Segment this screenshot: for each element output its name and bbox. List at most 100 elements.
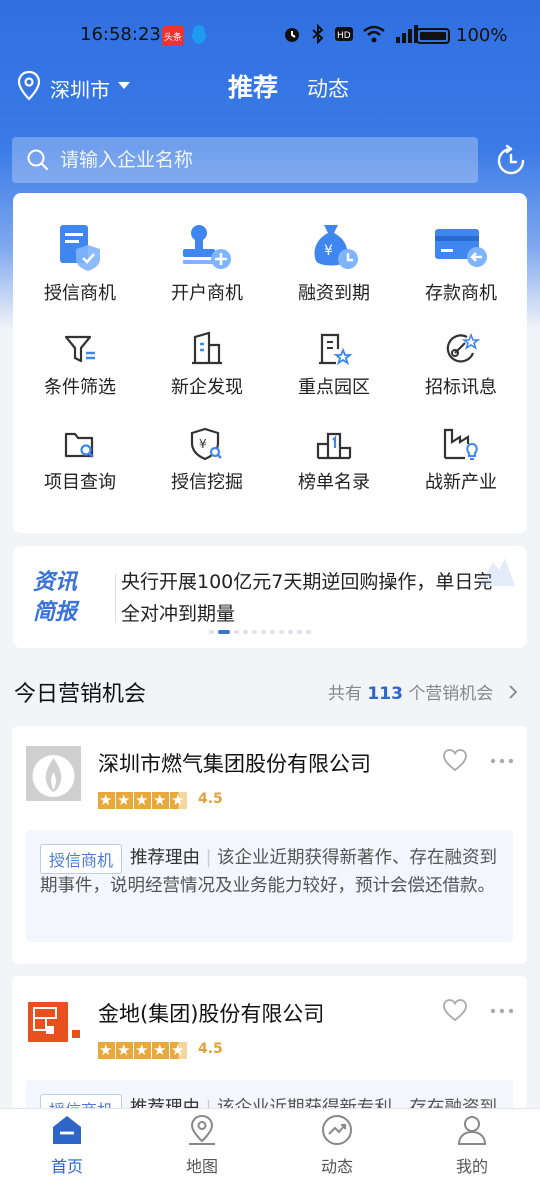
grid-item-open-account[interactable]: 开户商机 [143,221,271,305]
star-half-icon [170,790,187,810]
grid-label: 招标讯息 [425,377,497,398]
company-name[interactable]: 金地(集团)股份有限公司 [98,998,324,1028]
qq-penguin-icon [191,25,207,44]
money-bag-clock-icon: ¥ [314,225,358,269]
more-options-icon[interactable] [490,758,514,764]
home-icon [53,1116,81,1144]
location-pin-icon[interactable] [16,70,42,102]
trend-icon [322,1115,352,1145]
company-logo-gemdale [28,1002,80,1042]
mountain-decoration-icon [479,558,515,586]
news-brief-logo: 资讯 简报 [33,570,78,625]
bid-announcement-icon [446,332,481,363]
tab-recommend[interactable]: 推荐 [228,68,278,104]
grid-label: 条件筛选 [44,377,116,398]
battery-percentage: 100% [456,25,508,46]
grid-label: 授信商机 [44,283,116,304]
grid-item-new-company[interactable]: 新企发现 [143,331,271,399]
grid-label: 项目查询 [44,472,116,493]
bluetooth-icon [312,24,324,44]
divider [115,574,116,622]
carousel-indicator [209,630,311,634]
star-icon [152,790,169,810]
company-card[interactable]: 深圳市燃气集团股份有限公司 4.5 授信商机 推荐理由 | 该企业近期获得新著作… [12,726,527,964]
grid-item-ranking[interactable]: 榜单名录 [270,426,398,494]
grid-label: 授信挖掘 [171,472,243,493]
star-half-icon [170,1040,187,1060]
search-input[interactable] [60,143,460,177]
grid-label: 重点园区 [298,377,370,398]
grid-label: 战新产业 [425,472,497,493]
grid-item-filter[interactable]: 条件筛选 [16,331,144,399]
svg-text:¥: ¥ [199,437,207,451]
star-icon [98,1040,115,1060]
star-icon [116,790,133,810]
star-rating [98,790,187,810]
company-logo-gas-flame [26,746,81,801]
star-icon [134,1040,151,1060]
status-time: 16:58:23 [80,24,161,45]
open-account-stamp-icon [183,225,231,269]
svg-text:HD: HD [337,31,351,41]
chevron-right-icon[interactable] [508,684,518,700]
section-title: 今日营销机会 [14,682,147,707]
rating-value: 4.5 [198,791,223,807]
star-rating [98,1040,187,1060]
battery-icon [416,28,450,44]
svg-text:¥: ¥ [324,243,333,259]
filter-icon [64,335,95,363]
news-headline[interactable]: 央行开展100亿元7天期逆回购操作，单日完全对冲到期量 [121,566,501,630]
star-icon [98,790,115,810]
company-name[interactable]: 深圳市燃气集团股份有限公司 [98,748,371,778]
alarm-icon [285,28,299,42]
grid-item-credit-mining[interactable]: ¥ 授信挖掘 [143,426,271,494]
grid-label: 开户商机 [171,283,243,304]
grid-item-financing-due[interactable]: ¥ 融资到期 [270,221,398,305]
ranking-podium-icon [316,432,352,460]
more-options-icon[interactable] [490,1008,514,1014]
deposit-card-icon [435,229,487,267]
grid-label: 融资到期 [298,283,370,304]
park-star-icon [319,333,353,366]
recommendation-reason: 授信商机 推荐理由 | 该企业近期获得新著作、存在融资到期事件，说明经营情况及业… [26,830,513,942]
heart-icon[interactable] [442,748,468,772]
nav-home[interactable]: 首页 [22,1113,112,1177]
new-building-icon [192,331,222,365]
feature-grid: 授信商机 开户商机 ¥ 融资到期 存款商机 条件筛选 新企发现 重点园区 招标讯… [13,193,527,533]
grid-item-bid-info[interactable]: 招标讯息 [397,331,525,399]
grid-label: 新企发现 [171,377,243,398]
nav-dynamic[interactable]: 动态 [292,1113,382,1177]
nav-map[interactable]: 地图 [157,1113,247,1177]
user-icon [457,1116,487,1145]
grid-label: 榜单名录 [298,472,370,493]
bottom-navigation: 首页 地图 动态 我的 [0,1108,540,1200]
folder-search-icon [64,432,94,458]
star-icon [134,790,151,810]
hd-icon: HD [335,27,353,41]
grid-item-key-park[interactable]: 重点园区 [270,331,398,399]
toutiao-app-icon: 头条 [162,26,184,46]
opportunity-count: 113 [367,684,403,704]
nav-profile[interactable]: 我的 [427,1113,517,1177]
grid-item-deposit[interactable]: 存款商机 [397,221,525,305]
see-all-opportunities-link[interactable]: 共有 113 个营销机会 [328,679,493,704]
credit-card-shield-icon [60,225,100,271]
search-bar[interactable] [12,137,478,183]
system-icons: HD [282,24,420,44]
history-clock-icon[interactable] [494,144,528,178]
rating-value: 4.5 [198,1041,223,1057]
grid-item-credit[interactable]: 授信商机 [16,221,144,305]
industry-factory-icon [443,428,478,460]
tab-dynamic[interactable]: 动态 [307,73,349,103]
wifi-icon [363,25,385,43]
chevron-down-icon[interactable] [118,82,130,89]
heart-icon[interactable] [442,998,468,1022]
news-brief-card[interactable]: 资讯 简报 央行开展100亿元7天期逆回购操作，单日完全对冲到期量 [13,546,527,648]
star-icon [152,1040,169,1060]
city-selector[interactable]: 深圳市 [50,74,110,103]
top-header: 深圳市 推荐 动态 [0,62,540,112]
star-icon [116,1040,133,1060]
grid-label: 存款商机 [425,283,497,304]
grid-item-project-query[interactable]: 项目查询 [16,426,144,494]
grid-item-emerging-industry[interactable]: 战新产业 [397,426,525,494]
